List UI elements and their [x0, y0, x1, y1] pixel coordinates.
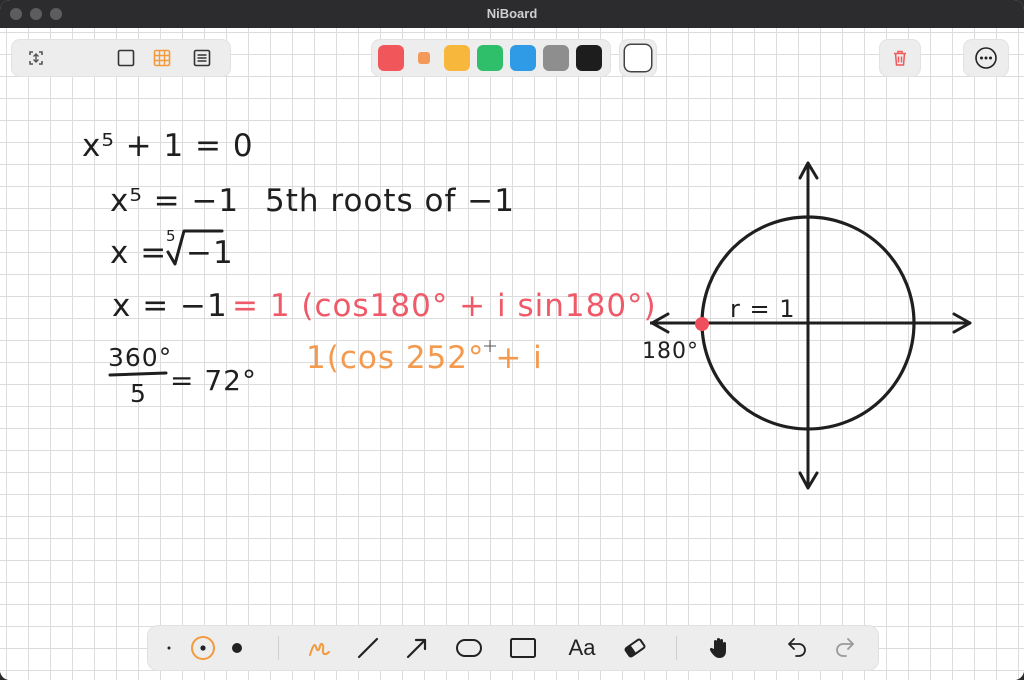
- title-bar: NiBoard: [0, 0, 1024, 28]
- toolbar-divider: [676, 636, 677, 660]
- dot-medium-icon[interactable]: [188, 634, 218, 662]
- text-icon[interactable]: Aa: [562, 634, 602, 662]
- line-icon[interactable]: [353, 634, 383, 662]
- equation-x-equals-root: x =: [110, 235, 167, 271]
- fraction-bar: [108, 371, 168, 377]
- ellipse-icon[interactable]: [454, 634, 484, 662]
- dot-small-icon[interactable]: [154, 634, 184, 662]
- eraser-icon[interactable]: [620, 634, 650, 662]
- polar-form-red: = 1 (cos180° + i sin180°): [232, 288, 657, 324]
- window-title: NiBoard: [486, 6, 538, 21]
- undo-icon[interactable]: [782, 634, 812, 662]
- unit-circle-diagram: r = 1 180°: [642, 161, 972, 490]
- angle-label: 180°: [642, 339, 699, 364]
- radius-label: r = 1: [730, 295, 796, 323]
- equation-x5-equals-minus1: x⁵ = −1: [110, 183, 239, 219]
- root-point-180: [695, 317, 709, 331]
- whiteboard-canvas[interactable]: x⁵ + 1 = 0 x⁵ = −1 5th roots of −1 x = 5…: [0, 28, 1024, 680]
- root-index: 5: [166, 227, 176, 245]
- fraction-denominator: 5: [130, 379, 147, 408]
- hand-icon[interactable]: [704, 634, 734, 662]
- roots-note: 5th roots of −1: [265, 183, 515, 219]
- drawing-toolbar: Aa: [148, 626, 878, 670]
- rectangle-icon[interactable]: [508, 634, 538, 662]
- fraction-numerator: 360°: [108, 343, 172, 372]
- equation-x5-plus-1: x⁵ + 1 = 0: [82, 128, 254, 164]
- radicand: −1: [186, 235, 234, 271]
- app-window: NiBoard x⁵ + 1 = 0 x⁵ = −1 5th roots of …: [0, 0, 1024, 680]
- redo-icon[interactable]: [830, 634, 860, 662]
- handwriting-layer: x⁵ + 1 = 0 x⁵ = −1 5th roots of −1 x = 5…: [82, 128, 972, 490]
- equation-x-equals-minus1: x = −1: [112, 288, 228, 324]
- fraction-result: = 72°: [170, 364, 257, 397]
- polar-form-orange: 1(cos 252° + i: [306, 340, 543, 376]
- arrow-icon[interactable]: [402, 634, 432, 662]
- toolbar-divider: [278, 636, 279, 660]
- dot-large-icon[interactable]: [222, 634, 252, 662]
- pen-icon[interactable]: [304, 634, 334, 662]
